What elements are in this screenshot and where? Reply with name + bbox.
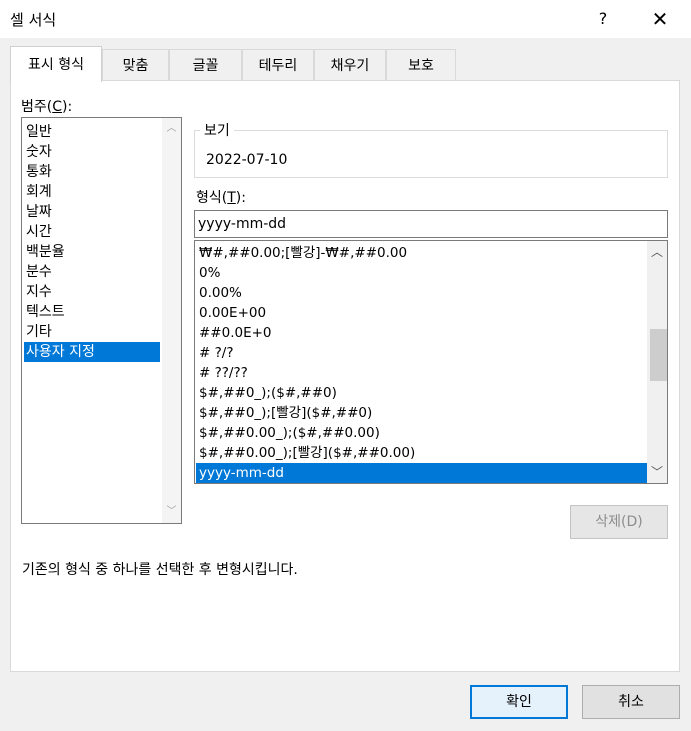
tab-number[interactable]: 표시 형식 (10, 46, 102, 82)
list-item[interactable]: 회계 (24, 182, 160, 202)
list-item-selected[interactable]: yyyy-mm-dd (196, 463, 648, 483)
title-bar: 셀 서식 ? ✕ (0, 0, 691, 38)
close-button[interactable]: ✕ (640, 0, 680, 38)
list-item[interactable]: 분수 (24, 262, 160, 282)
tab-font[interactable]: 글꼴 (169, 49, 242, 81)
scroll-thumb[interactable] (650, 329, 667, 381)
list-item[interactable]: 백분율 (24, 242, 160, 262)
window-title: 셀 서식 (10, 11, 57, 29)
list-item[interactable]: $#,##0.00_);($#,##0.00) (196, 423, 648, 443)
list-item[interactable]: 0% (196, 263, 648, 283)
scroll-down-icon[interactable]: ﹀ (647, 462, 667, 482)
preview-value: 2022-07-10 (206, 152, 288, 168)
tab-alignment[interactable]: 맞춤 (102, 49, 169, 81)
list-item[interactable]: $#,##0_);($#,##0) (196, 383, 648, 403)
scroll-up-icon[interactable]: ︿ (647, 242, 667, 262)
list-item-selected[interactable]: 사용자 지정 (24, 342, 160, 362)
scroll-down-icon[interactable]: ﹀ (162, 503, 181, 521)
list-item[interactable]: 지수 (24, 282, 160, 302)
ok-button[interactable]: 확인 (470, 685, 568, 719)
list-item[interactable]: 일반 (24, 122, 160, 142)
format-input[interactable]: yyyy-mm-dd (194, 210, 668, 238)
format-list[interactable]: ₩#,##0.00;[빨강]-₩#,##0.00 0% 0.00% 0.00E+… (194, 240, 668, 484)
list-item[interactable]: 0.00E+00 (196, 303, 648, 323)
list-item[interactable]: ₩#,##0.00;[빨강]-₩#,##0.00 (196, 243, 648, 263)
list-item[interactable]: $#,##0.00_);[빨강]($#,##0.00) (196, 443, 648, 463)
list-item[interactable]: 텍스트 (24, 302, 160, 322)
list-item[interactable]: # ??/?? (196, 363, 648, 383)
category-label: 범주(C): (21, 99, 73, 115)
tab-protection[interactable]: 보호 (386, 49, 456, 81)
list-item[interactable]: ##0.0E+0 (196, 323, 648, 343)
preview-label: 보기 (200, 120, 234, 140)
list-item[interactable]: 숫자 (24, 142, 160, 162)
category-scrollbar[interactable]: ︿ ﹀ (162, 118, 181, 523)
list-item[interactable]: 날짜 (24, 202, 160, 222)
list-item[interactable]: 시간 (24, 222, 160, 242)
cancel-button[interactable]: 취소 (582, 685, 680, 719)
format-label: 형식(T): (196, 190, 246, 206)
list-item[interactable]: 기타 (24, 322, 160, 342)
tab-border[interactable]: 테두리 (242, 49, 314, 81)
scroll-up-icon[interactable]: ︿ (162, 120, 181, 138)
list-item[interactable]: $#,##0_);[빨강]($#,##0) (196, 403, 648, 423)
list-item[interactable]: 0.00% (196, 283, 648, 303)
category-list[interactable]: 일반 숫자 통화 회계 날짜 시간 백분율 분수 지수 텍스트 기타 사용자 지… (21, 117, 182, 524)
list-item[interactable]: 통화 (24, 162, 160, 182)
help-button[interactable]: ? (586, 0, 620, 38)
list-item[interactable]: # ?/? (196, 343, 648, 363)
delete-button[interactable]: 삭제(D) (570, 505, 668, 539)
tab-fill[interactable]: 채우기 (314, 49, 386, 81)
description-text: 기존의 형식 중 하나를 선택한 후 변형시킵니다. (22, 562, 298, 578)
format-scrollbar[interactable]: ︿ ﹀ (647, 241, 667, 483)
